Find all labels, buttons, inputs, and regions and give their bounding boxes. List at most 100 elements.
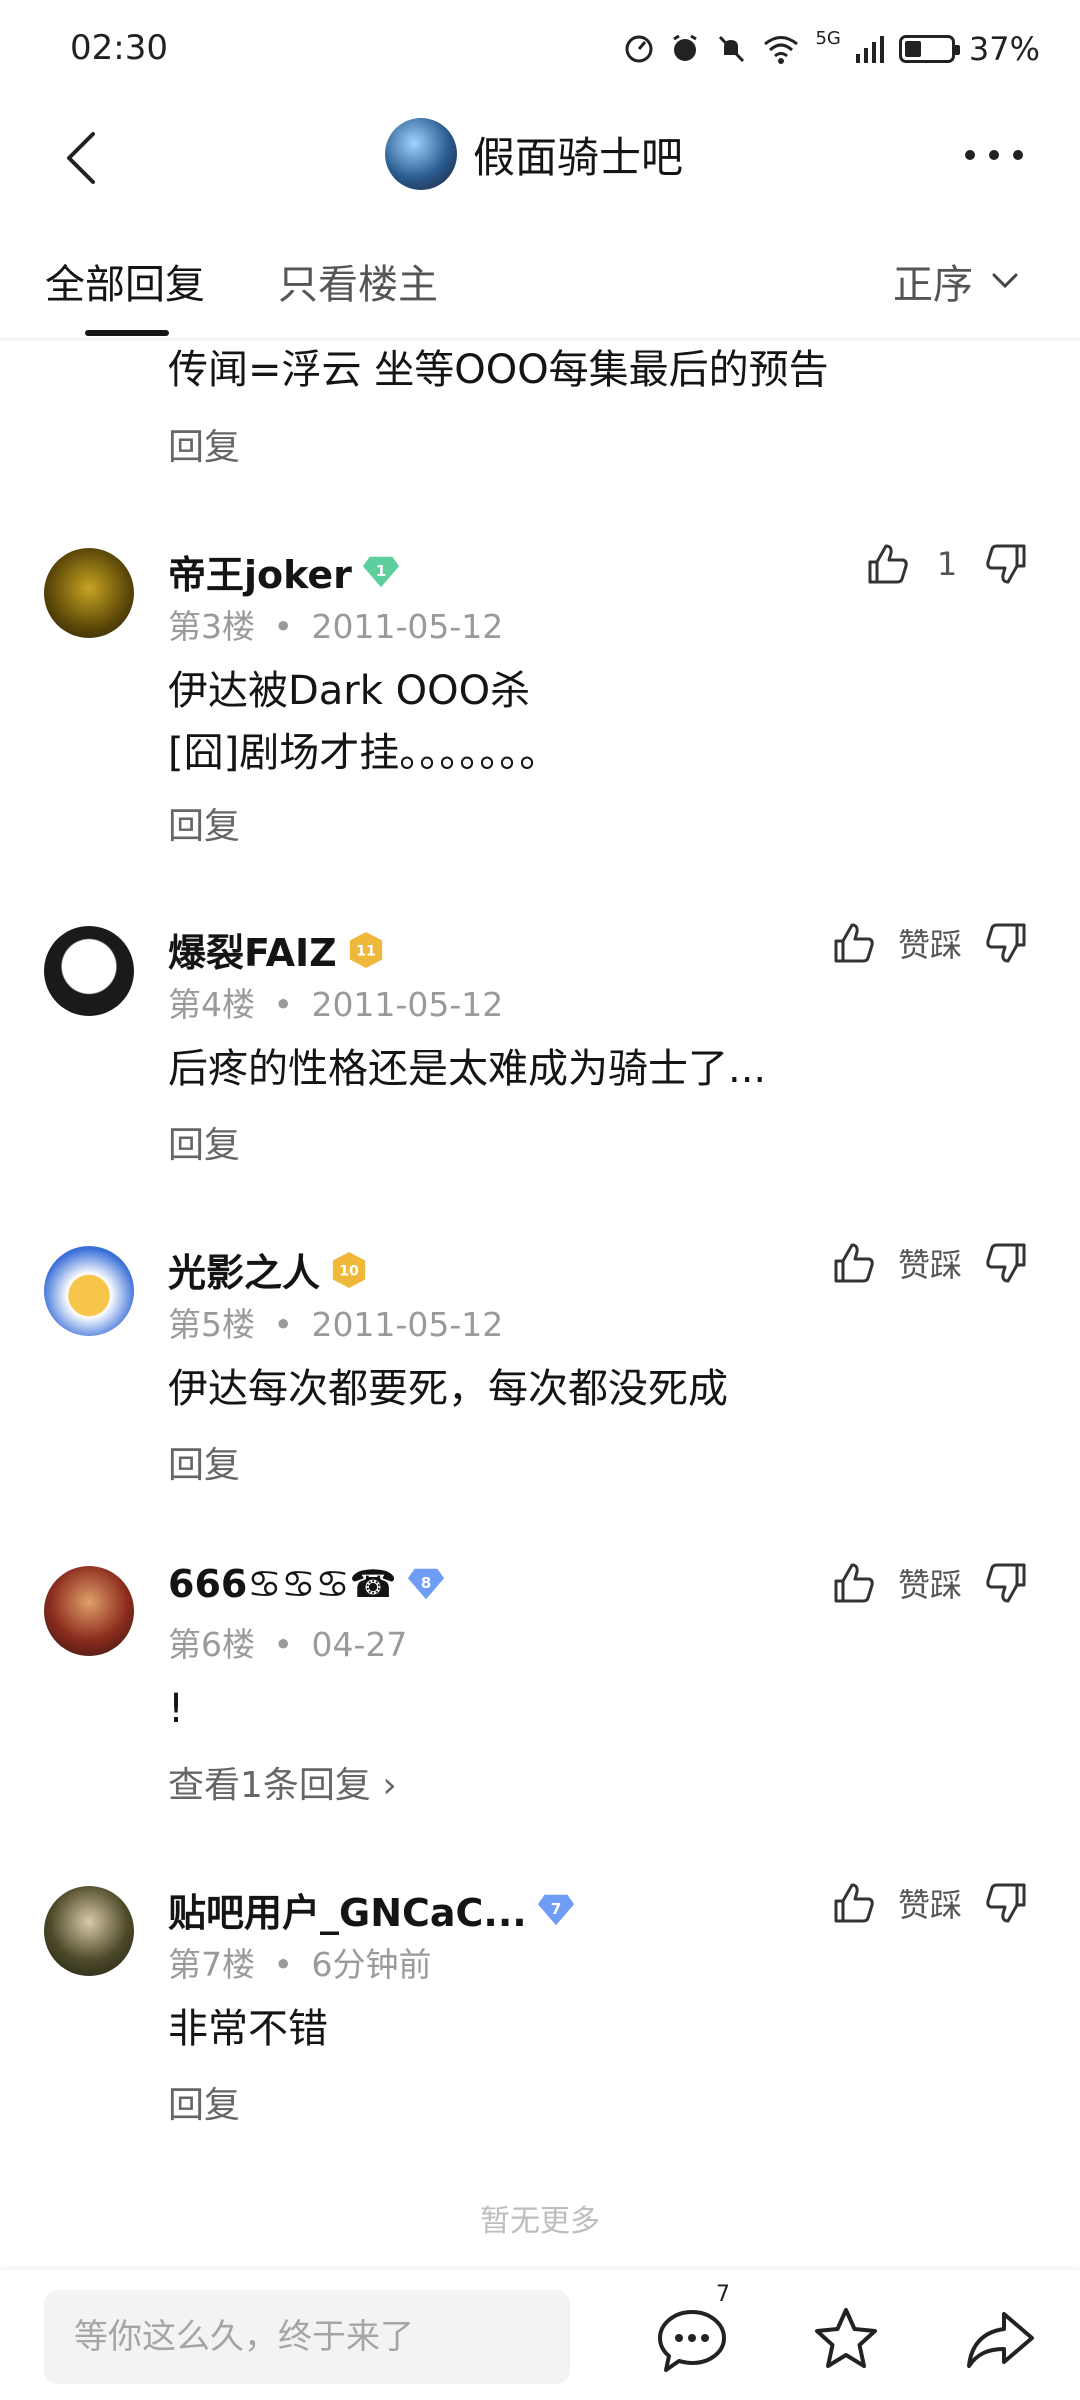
comment-count: 7 (716, 2282, 730, 2307)
back-button[interactable] (55, 128, 115, 188)
post-date: 6分钟前 (311, 1945, 432, 1984)
like-dislike-group: 赞踩 (832, 1560, 1028, 1606)
alarm-icon (673, 34, 698, 61)
comment-button[interactable] (652, 2300, 732, 2380)
floor-number: 第6楼 (168, 1625, 255, 1664)
status-icons: 5G 37% (623, 24, 1040, 74)
reply-button[interactable]: 回复 (168, 418, 240, 470)
post-meta: 第6楼 • 04-27 (168, 1618, 407, 1666)
post-content: 后疼的性格还是太难成为骑士了... (168, 1046, 767, 1092)
post-username-row[interactable]: 贴吧用户_GNCaC... 7 (168, 1882, 575, 1937)
forum-title[interactable]: 假面骑士吧 (385, 118, 683, 190)
post-meta: 第3楼 • 2011-05-12 (168, 600, 503, 648)
like-dislike-group: 赞踩 (832, 1880, 1028, 1926)
thumbs-down-icon[interactable] (984, 1561, 1028, 1605)
thumbs-down-icon[interactable] (984, 1881, 1028, 1925)
post-date: 2011-05-12 (311, 607, 504, 646)
post-username-row[interactable]: 爆裂FAIZ 11 (168, 922, 385, 977)
thumbs-up-icon[interactable] (866, 542, 910, 586)
thumbs-up-icon[interactable] (832, 1881, 876, 1925)
meta-separator: • (273, 607, 293, 646)
signal-icon (855, 36, 884, 63)
no-more-text: 暂无更多 (480, 2204, 600, 2239)
like-dislike-label: 赞踩 (897, 926, 962, 964)
floor-number: 第5楼 (168, 1305, 255, 1344)
thumbs-up-icon[interactable] (832, 921, 876, 965)
like-dislike-group: 1 (866, 542, 1028, 586)
level-text: 1 (376, 561, 387, 579)
level-text: 10 (339, 1263, 359, 1279)
floor-number: 第7楼 (168, 1945, 255, 1984)
thumbs-down-icon[interactable] (984, 1241, 1028, 1285)
reply-button[interactable]: 回复 (168, 1116, 240, 1168)
post-meta: 第7楼 • 6分钟前 (168, 1938, 431, 1986)
post-meta: 第4楼 • 2011-05-12 (168, 978, 503, 1026)
battery-percent: 37% (968, 30, 1040, 68)
view-replies-link[interactable]: 查看1条回复 › (168, 1756, 397, 1808)
username: 光影之人 (168, 1251, 321, 1295)
favorite-button[interactable] (806, 2300, 886, 2380)
avatar[interactable] (44, 1566, 134, 1656)
level-text: 11 (356, 943, 376, 959)
post-date: 2011-05-12 (311, 985, 504, 1024)
post-username-row[interactable]: 光影之人 10 (168, 1242, 368, 1297)
like-dislike-label: 赞踩 (897, 1886, 962, 1924)
tab-only-op[interactable]: 只看楼主 (278, 252, 438, 310)
level-text: 8 (421, 1574, 432, 1592)
thumbs-down-icon[interactable] (984, 542, 1028, 586)
wifi-icon (764, 36, 799, 64)
chevron-left-icon (67, 132, 95, 184)
reply-input[interactable]: 等你这么久，终于来了 (44, 2290, 570, 2384)
level-text: 7 (550, 1899, 561, 1917)
username: 666♋♋♋☎ (168, 1562, 397, 1606)
floor-number: 第4楼 (168, 985, 255, 1024)
meta-separator: • (273, 1945, 293, 1984)
avatar[interactable] (44, 926, 134, 1016)
thumbs-down-icon[interactable] (984, 921, 1028, 965)
data-saver-icon (625, 35, 653, 63)
status-bar: 02:30 5G 37% (0, 0, 1080, 100)
reply-button[interactable]: 回复 (168, 1436, 240, 1488)
network-label: 5G (815, 28, 841, 49)
post-content: 非常不错 (168, 2006, 328, 2052)
more-button[interactable] (962, 135, 1026, 175)
floor-number: 第3楼 (168, 607, 255, 646)
forum-name: 假面骑士吧 (473, 132, 684, 182)
reply-button[interactable]: 回复 (168, 2076, 240, 2128)
reply-button[interactable]: 回复 (168, 797, 240, 849)
level-badge-icon: 1 (362, 556, 399, 587)
share-icon (967, 2312, 1034, 2368)
post-username-row[interactable]: 666♋♋♋☎ 8 (168, 1562, 445, 1606)
comment-icon (658, 2310, 726, 2372)
level-badge-icon: 7 (537, 1894, 574, 1925)
status-time: 02:30 (70, 28, 168, 68)
like-dislike-group: 赞踩 (832, 1240, 1028, 1286)
like-dislike-group: 赞踩 (832, 920, 1028, 966)
thumbs-up-icon[interactable] (832, 1561, 876, 1605)
post-meta: 第5楼 • 2011-05-12 (168, 1298, 503, 1346)
avatar[interactable] (44, 1886, 134, 1976)
thumbs-up-icon[interactable] (832, 1241, 876, 1285)
like-dislike-label: 赞踩 (897, 1566, 962, 1604)
share-button[interactable] (960, 2300, 1040, 2380)
post-content: 伊达每次都要死，每次都没死成 (168, 1366, 728, 1412)
forum-avatar (385, 118, 457, 190)
level-badge-icon: 11 (349, 931, 382, 968)
avatar[interactable] (44, 548, 134, 638)
mute-icon (719, 35, 745, 63)
post-username-row[interactable]: 帝王joker 1 (168, 544, 400, 599)
post-content: ! (168, 1686, 185, 1732)
avatar[interactable] (44, 1246, 134, 1336)
chevron-down-icon (992, 273, 1018, 289)
post-date: 04-27 (311, 1625, 408, 1664)
meta-separator: • (273, 985, 293, 1024)
tab-all-replies[interactable]: 全部回复 (45, 252, 205, 310)
battery-icon (898, 35, 960, 63)
post-content-partial: 传闻=浮云 坐等OOO每集最后的预告 (168, 347, 829, 393)
level-badge-icon: 10 (332, 1251, 366, 1288)
sort-dropdown[interactable]: 正序 (893, 252, 1019, 310)
sort-label: 正序 (893, 262, 973, 308)
username: 贴吧用户_GNCaC... (168, 1891, 527, 1935)
username: 爆裂FAIZ (168, 931, 337, 975)
meta-separator: • (273, 1625, 293, 1664)
